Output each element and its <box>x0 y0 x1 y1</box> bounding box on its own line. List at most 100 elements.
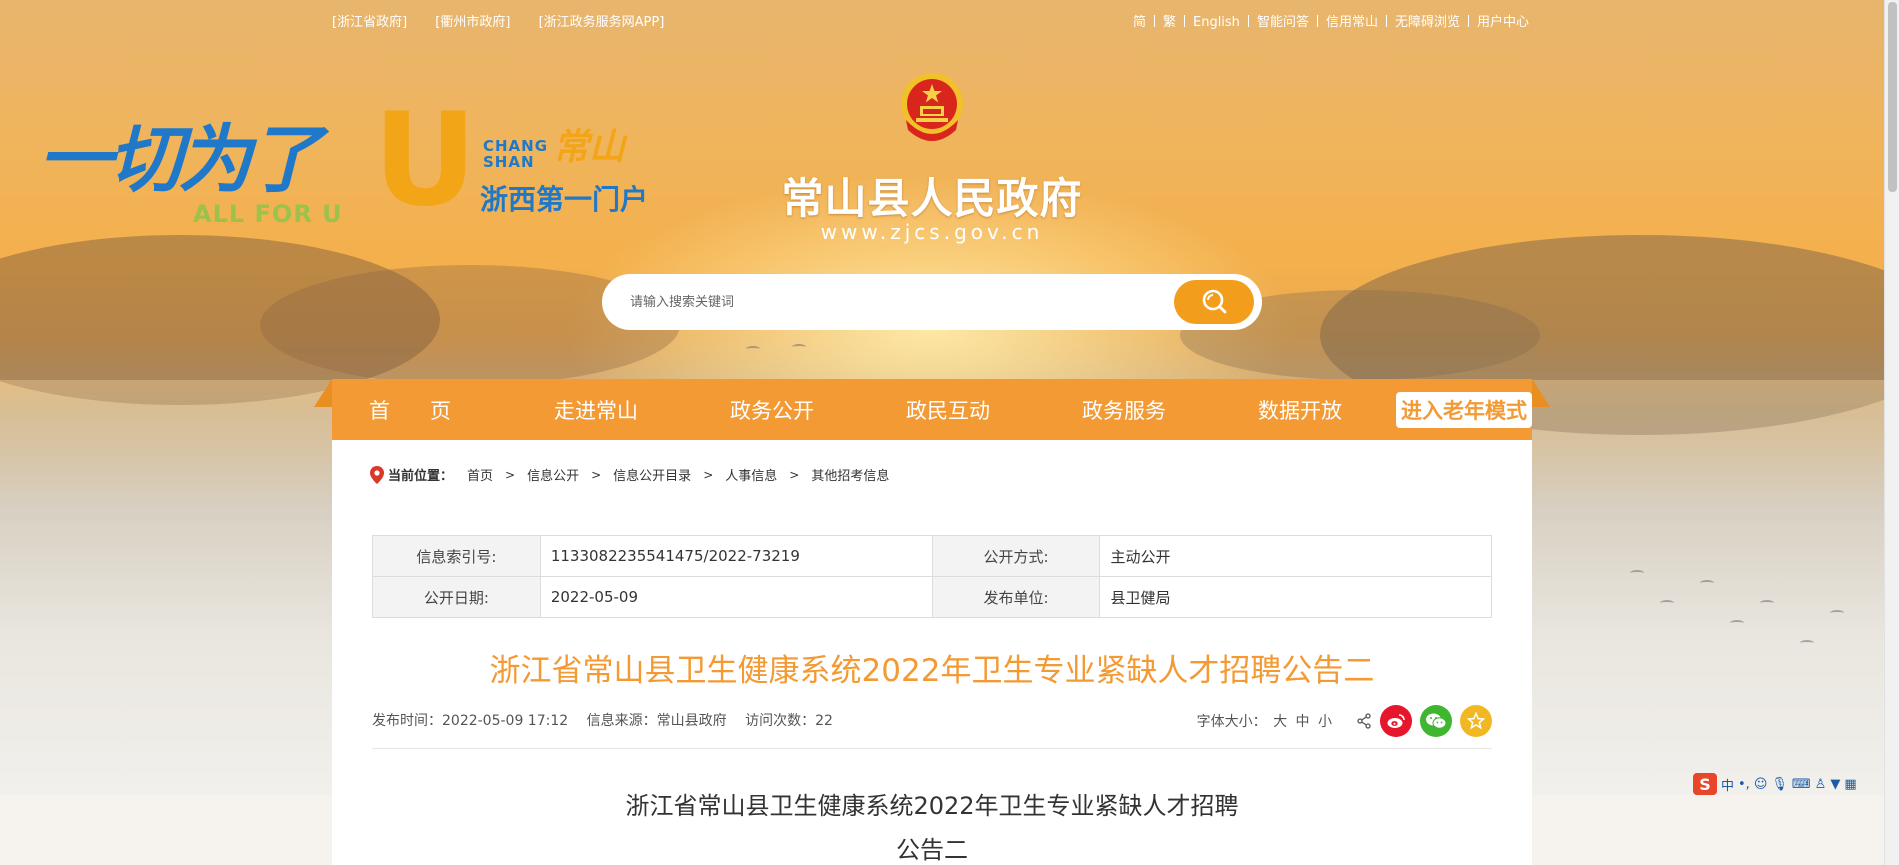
breadcrumb-home[interactable]: 首页 <box>467 465 493 484</box>
bird-shape <box>1730 620 1744 626</box>
wechat-icon <box>1426 713 1447 729</box>
page-scrollbar[interactable] <box>1884 0 1899 865</box>
breadcrumb-personnel[interactable]: 人事信息 <box>725 465 777 484</box>
changshan-pinyin: CHANG SHAN <box>483 138 548 170</box>
link-simplified[interactable]: 简 <box>1133 15 1146 30</box>
breadcrumb-recruitment[interactable]: 其他招考信息 <box>811 465 889 484</box>
breadcrumb-separator: > <box>505 467 516 482</box>
pinyin-shan: SHAN <box>483 153 535 171</box>
slogan-logo: 一切为了 ALL FOR U U CHANG SHAN 常山 浙西第一门户 <box>38 86 658 235</box>
publish-time: 发布时间：2022-05-09 17:12 <box>372 713 569 729</box>
article-title: 浙江省常山县卫生健康系统2022年卫生专业紧缺人才招聘公告二 <box>489 653 1375 689</box>
weibo-share-button[interactable] <box>1380 705 1412 737</box>
link-user-center[interactable]: 用户中心 <box>1477 15 1529 30</box>
site-url: www.zjcs.gov.cn <box>820 220 1044 244</box>
slogan-tagline: 浙西第一门户 <box>480 183 649 216</box>
wechat-share-button[interactable] <box>1420 705 1452 737</box>
sogou-ime-logo[interactable]: S <box>1693 773 1717 795</box>
breadcrumb: 当前位置： 首页 > 信息公开 > 信息公开目录 > 人事信息 > 其他招考信息 <box>370 465 889 484</box>
bird-shape <box>792 344 806 350</box>
search-bar <box>602 274 1262 330</box>
weibo-icon <box>1387 714 1405 728</box>
info-mode-label: 公开方式: <box>931 535 1101 577</box>
main-nav: 首页 走进常山 政务公开 政民互动 政务服务 数据开放 进入老年模式 <box>332 379 1532 440</box>
nav-item-home[interactable]: 首页 <box>332 395 508 425</box>
slogan-english: ALL FOR U <box>193 200 343 228</box>
ime-toolbar: S 中 •, ☺ 🎙︎ ⌨ ♙ ▼ ▦ <box>1693 771 1883 797</box>
nav-item-about[interactable]: 走进常山 <box>508 395 684 425</box>
font-size-small[interactable]: 小 <box>1318 714 1332 730</box>
share-icon[interactable] <box>1356 713 1372 729</box>
microphone-icon[interactable]: 🎙︎ <box>1771 777 1788 792</box>
search-icon <box>1202 289 1227 314</box>
nav-item-services[interactable]: 政务服务 <box>1036 395 1212 425</box>
breadcrumb-label: 当前位置： <box>388 469 454 484</box>
nav-ribbon-left <box>314 379 332 407</box>
grid-menu-icon[interactable]: ▦ <box>1844 777 1856 792</box>
divider <box>1316 15 1318 27</box>
bird-shape <box>1760 600 1774 606</box>
keyboard-icon[interactable]: ⌨ <box>1792 777 1811 792</box>
ime-mode[interactable]: 中 <box>1721 775 1734 794</box>
bird-shape <box>1800 640 1814 646</box>
pinyin-chang: CHANG <box>483 137 549 155</box>
divider <box>1183 15 1185 27</box>
article-meta: 发布时间：2022-05-09 17:12 信息来源：常山县政府 访问次数：22 <box>372 710 847 730</box>
search-input[interactable] <box>630 290 1150 314</box>
divider <box>1385 15 1387 27</box>
font-size-control: 字体大小： 大 中 小 <box>1197 711 1334 731</box>
nav-item-interaction[interactable]: 政民互动 <box>860 395 1036 425</box>
scrollbar-thumb[interactable] <box>1888 2 1897 192</box>
table-row: 公开日期: 2022-05-09 发布单位: 县卫健局 <box>372 576 1492 618</box>
breadcrumb-separator: > <box>591 467 602 482</box>
nav-item-open-data[interactable]: 数据开放 <box>1212 395 1388 425</box>
nav-ribbon-right <box>1532 379 1550 407</box>
slogan-text: 一切为了 <box>38 117 322 203</box>
font-size-large[interactable]: 大 <box>1273 714 1287 730</box>
visit-count: 访问次数：22 <box>745 713 833 729</box>
site-title: 常山县人民政府 <box>781 174 1083 223</box>
bird-shape <box>1700 580 1714 586</box>
bird-shape <box>1830 610 1844 616</box>
favorite-button[interactable] <box>1460 705 1492 737</box>
skin-icon[interactable]: ▼ <box>1830 777 1840 792</box>
breadcrumb-separator: > <box>789 467 800 482</box>
link-accessibility[interactable]: 无障碍浏览 <box>1395 15 1460 30</box>
emoji-icon[interactable]: ☺ <box>1754 777 1768 792</box>
nav-item-gov-affairs[interactable]: 政务公开 <box>684 395 860 425</box>
divider <box>1153 15 1155 27</box>
top-links-left: [浙江省政府] [衢州市政府] [浙江政务服务网APP] <box>332 11 688 30</box>
main-nav-wrapper: 首页 走进常山 政务公开 政民互动 政务服务 数据开放 进入老年模式 <box>314 379 1550 440</box>
link-zhejiang-gov[interactable]: [浙江省政府] <box>332 15 407 30</box>
elder-mode-button[interactable]: 进入老年模式 <box>1396 391 1532 428</box>
breadcrumb-separator: > <box>703 467 714 482</box>
info-unit-value: 县卫健局 <box>1099 576 1492 618</box>
link-credit[interactable]: 信用常山 <box>1326 15 1378 30</box>
changshan-calligraphy: 常山 <box>553 127 626 168</box>
info-mode-value: 主动公开 <box>1099 535 1492 577</box>
punctuation-icon[interactable]: •, <box>1738 777 1750 792</box>
slogan-u: U <box>373 86 477 235</box>
user-icon[interactable]: ♙ <box>1815 777 1827 792</box>
link-quzhou-gov[interactable]: [衢州市政府] <box>435 15 510 30</box>
location-pin-icon <box>370 465 384 484</box>
star-icon <box>1467 712 1485 730</box>
content-panel: 当前位置： 首页 > 信息公开 > 信息公开目录 > 人事信息 > 其他招考信息… <box>332 440 1532 865</box>
font-size-label: 字体大小： <box>1196 714 1267 730</box>
search-button[interactable] <box>1174 280 1254 324</box>
divider <box>1467 15 1469 27</box>
link-smart-qa[interactable]: 智能问答 <box>1257 15 1309 30</box>
font-size-medium[interactable]: 中 <box>1296 714 1310 730</box>
divider <box>372 748 1492 749</box>
table-row: 信息索引号: 1133082235541475/2022-73219 公开方式:… <box>372 535 1492 577</box>
breadcrumb-info-open[interactable]: 信息公开 <box>527 465 579 484</box>
breadcrumb-info-catalog[interactable]: 信息公开目录 <box>613 465 691 484</box>
article-tools: 字体大小： 大 中 小 <box>1197 705 1492 737</box>
info-index-label: 信息索引号: <box>372 535 541 577</box>
link-traditional[interactable]: 繁 <box>1163 15 1176 30</box>
article-source: 信息来源：常山县政府 <box>586 713 727 729</box>
bird-shape <box>746 346 760 352</box>
link-zwfw-app[interactable]: [浙江政务服务网APP] <box>539 15 665 30</box>
link-english[interactable]: English <box>1193 15 1240 30</box>
body-title-line-1: 浙江省常山县卫生健康系统2022年卫生专业紧缺人才招聘 <box>625 792 1239 820</box>
